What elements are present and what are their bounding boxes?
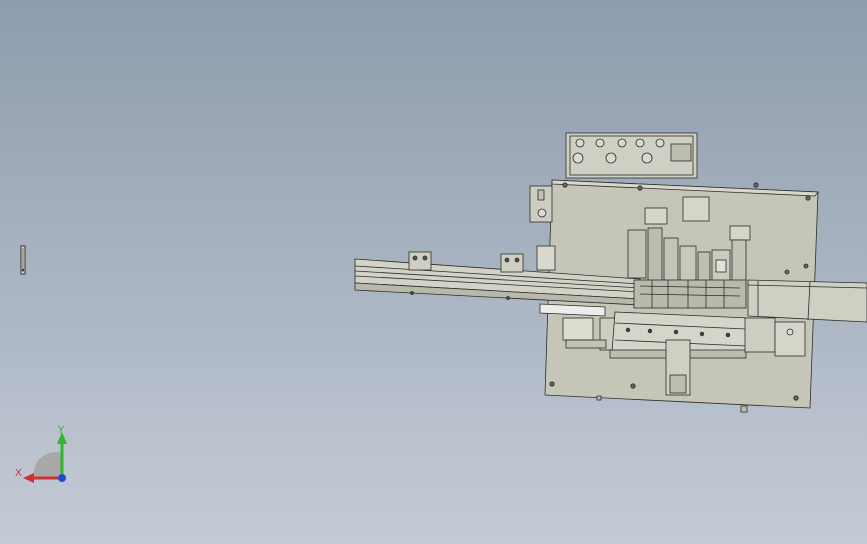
x-axis-label: X bbox=[15, 468, 22, 479]
y-axis-label: Y bbox=[58, 425, 65, 436]
side-bracket-icon bbox=[529, 185, 553, 223]
assembly-model[interactable] bbox=[0, 0, 867, 544]
graphics-viewport[interactable]: Y X bbox=[0, 0, 867, 544]
outfeed-channel bbox=[747, 279, 867, 323]
coordinate-triad-icon bbox=[23, 432, 67, 483]
control-box-icon bbox=[565, 132, 698, 179]
